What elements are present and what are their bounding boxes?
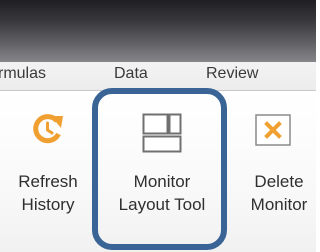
delete-monitor-label-line2: Monitor [250, 195, 308, 214]
ribbon-panel: Refresh History Monitor Layout Tool Dele… [0, 91, 316, 252]
monitor-layout-tool-label-line2: Layout Tool [118, 195, 206, 214]
delete-x-icon [255, 114, 291, 146]
refresh-history-label-line1: Refresh [18, 172, 78, 191]
title-bar [0, 0, 316, 62]
monitor-layout-icon [142, 113, 182, 153]
refresh-history-button[interactable]: Refresh History [6, 91, 90, 252]
refresh-history-icon [33, 114, 63, 144]
tab-formulas[interactable]: rmulas [0, 65, 46, 83]
monitor-layout-tool-button[interactable]: Monitor Layout Tool [100, 91, 224, 252]
tab-review[interactable]: Review [206, 65, 258, 83]
ribbon-tab-strip: rmulas Data Review [0, 62, 316, 91]
refresh-history-label-line2: History [21, 195, 75, 214]
monitor-layout-tool-label-line1: Monitor [133, 172, 191, 191]
delete-monitor-button[interactable]: Delete Monitor [238, 91, 320, 252]
delete-monitor-label-line1: Delete [254, 172, 304, 191]
tab-data[interactable]: Data [114, 65, 148, 83]
